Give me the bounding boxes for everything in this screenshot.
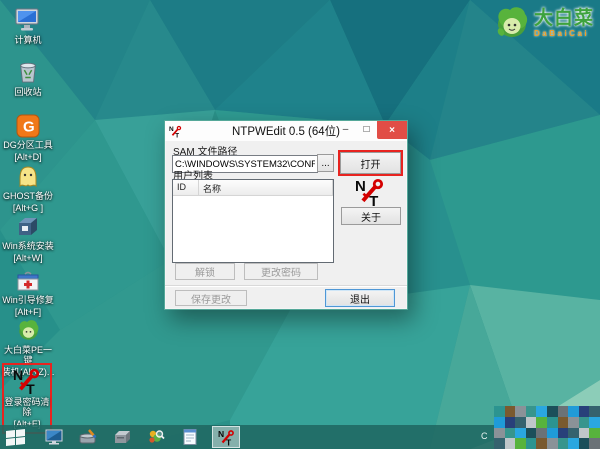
ghost-icon: [1, 161, 55, 189]
exit-button[interactable]: 退出: [325, 289, 395, 307]
desktop-icon-boot-repair[interactable]: Win引导修复 [Alt+F]: [1, 265, 55, 317]
desktop: 大白菜 DaBaiCai 计算机 回收站: [0, 0, 600, 449]
icon-label: Win系统安装: [1, 241, 55, 251]
about-button[interactable]: 关于: [341, 207, 401, 225]
taskbar-disk-cleaner-icon[interactable]: [78, 427, 98, 447]
save-changes-button[interactable]: 保存更改: [175, 290, 247, 306]
unlock-button[interactable]: 解锁: [175, 263, 235, 280]
start-button[interactable]: [0, 425, 30, 449]
taskbar-hardware-icon[interactable]: [112, 427, 132, 447]
recycle-bin-icon: [1, 57, 55, 85]
svg-text:N: N: [13, 367, 23, 383]
open-button[interactable]: 打开: [340, 152, 401, 174]
title-bar[interactable]: N T NTPWEdit 0.5 (64位) – □ ×: [165, 121, 407, 141]
icon-label: 登录密码清除: [4, 397, 50, 417]
icon-label: 计算机: [1, 35, 55, 45]
desktop-icon-ghost-backup[interactable]: GHOST备份 [Alt+G ]: [1, 161, 55, 213]
desktop-icon-recycle-bin[interactable]: 回收站: [1, 57, 55, 97]
censor-mosaic: [494, 406, 600, 449]
icon-hotkey: [Alt+W]: [1, 253, 55, 263]
repair-kit-icon: [1, 265, 55, 293]
desktop-icon-computer[interactable]: 计算机: [1, 5, 55, 45]
taskbar-ntpwedit-icon[interactable]: N T: [212, 426, 240, 448]
taskbar-tools-icon[interactable]: [146, 427, 166, 447]
open-highlight-box: 打开: [338, 150, 403, 176]
icon-label: DG分区工具: [1, 140, 55, 150]
dabaicai-logo: 大白菜 DaBaiCai: [494, 4, 594, 42]
windows-logo-icon: [6, 429, 25, 446]
desktop-icon-password-clear[interactable]: N T 登录密码清除 [Alt+E]: [2, 363, 52, 434]
svg-text:N: N: [218, 429, 224, 439]
footer-divider: [165, 285, 407, 287]
taskbar-explorer-icon[interactable]: [44, 427, 64, 447]
desktop-icon-win-install[interactable]: Win系统安装 [Alt+W]: [1, 211, 55, 263]
column-name: 名称: [199, 180, 333, 195]
brand-title: 大白菜: [534, 9, 594, 29]
change-password-button[interactable]: 更改密码: [244, 263, 318, 280]
desktop-icon-dg-partition[interactable]: G DG分区工具 [Alt+D]: [1, 110, 55, 162]
diskgenius-icon: G: [1, 110, 55, 138]
install-box-icon: [1, 211, 55, 239]
icon-label: 回收站: [1, 87, 55, 97]
svg-text:N: N: [355, 178, 366, 195]
dg-letter: G: [23, 119, 35, 136]
ntpwedit-logo: N T: [355, 177, 385, 207]
column-id: ID: [173, 180, 199, 195]
ntpwedit-icon: N T: [4, 367, 50, 395]
cabbage-icon: [1, 315, 55, 343]
window-title: NTPWEdit 0.5 (64位): [165, 123, 407, 139]
icon-label: Win引导修复: [1, 295, 55, 305]
brand-subtitle: DaBaiCai: [534, 29, 594, 38]
browse-button[interactable]: ...: [317, 154, 334, 172]
svg-text:T: T: [369, 193, 378, 207]
cabbage-icon: [494, 4, 530, 42]
taskbar-notepad-icon[interactable]: [180, 427, 200, 447]
tray-partial-text: C: [481, 431, 488, 441]
user-list-header: ID 名称: [173, 180, 333, 196]
ntpwedit-window: N T NTPWEdit 0.5 (64位) – □ × SAM 文件路径 ..…: [164, 120, 408, 310]
icon-label: 大白菜PE一键: [1, 345, 55, 365]
computer-icon: [1, 5, 55, 33]
icon-label: GHOST备份: [1, 191, 55, 201]
user-list[interactable]: ID 名称: [172, 179, 334, 263]
